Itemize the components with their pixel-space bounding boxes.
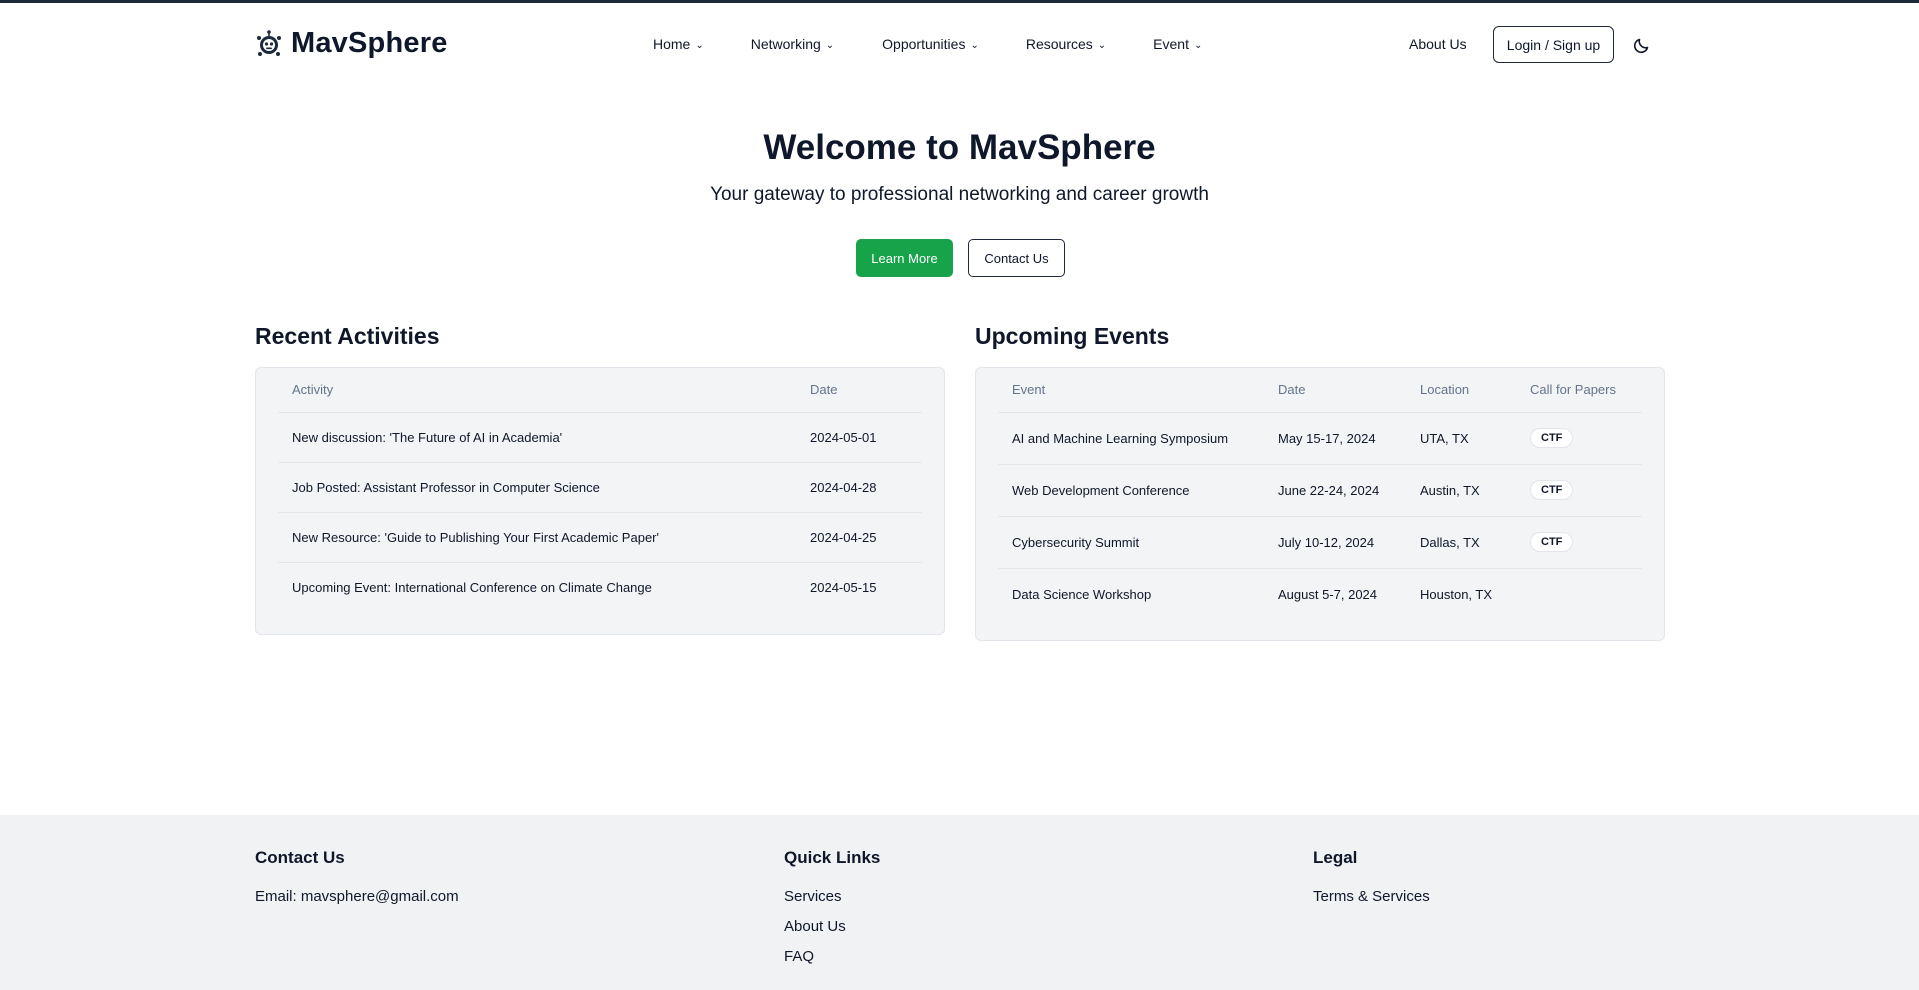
table-row[interactable]: Web Development Conference June 22-24, 2… — [998, 464, 1642, 517]
nav-item-networking[interactable]: Networking ⌄ — [751, 36, 834, 52]
chevron-down-icon: ⌄ — [1097, 39, 1107, 51]
nav-item-label: Opportunities — [882, 36, 966, 52]
footer-quick-links-title: Quick Links — [784, 848, 881, 867]
chevron-down-icon: ⌄ — [1193, 39, 1203, 51]
date-cell: 2024-05-01 — [796, 412, 922, 463]
upcoming-events-title: Upcoming Events — [975, 323, 1170, 349]
activity-cell: New discussion: 'The Future of AI in Aca… — [278, 412, 796, 463]
date-cell: 2024-05-15 — [810, 579, 877, 595]
footer-legal-title: Legal — [1313, 848, 1358, 867]
footer-link-faq[interactable]: FAQ — [784, 942, 880, 972]
event-cell: Data Science Workshop — [1012, 586, 1152, 602]
footer-link-services[interactable]: Services — [784, 882, 880, 912]
column-header-event: Event — [998, 368, 1264, 413]
date-cell: June 22-24, 2024 — [1264, 464, 1406, 517]
hero-actions: Learn More Contact Us — [856, 239, 1065, 277]
nav-item-label: Home — [653, 36, 691, 52]
chevron-down-icon: ⌄ — [970, 39, 979, 51]
ctf-badge[interactable]: CTF — [1530, 428, 1574, 448]
nav-item-resources[interactable]: Resources ⌄ — [1026, 36, 1106, 52]
login-signup-button[interactable]: Login / Sign up — [1493, 26, 1614, 63]
footer-email[interactable]: Email: mavsphere@gmail.com — [255, 882, 459, 912]
footer-link-about-us[interactable]: About Us — [784, 912, 880, 942]
nav-item-label: Event — [1153, 36, 1189, 52]
table-row[interactable]: AI and Machine Learning Symposium May 15… — [998, 412, 1642, 465]
table-row[interactable]: Job Posted: Assistant Professor in Compu… — [278, 462, 922, 513]
nav-item-opportunities[interactable]: Opportunities ⌄ — [882, 36, 979, 52]
column-header-date: Date — [1264, 368, 1406, 413]
date-cell: May 15-17, 2024 — [1264, 412, 1406, 465]
event-cell: Cybersecurity Summit — [998, 516, 1264, 569]
activity-cell: Upcoming Event: International Conference… — [292, 579, 652, 595]
upcoming-events-table: Event Date Location Call for Papers AI a… — [998, 368, 1642, 620]
column-header-call-for-papers: Call for Papers — [1516, 368, 1642, 413]
table-row[interactable]: Data Science Workshop August 5-7, 2024 H… — [998, 568, 1642, 620]
moon-icon — [1633, 38, 1649, 54]
location-cell: Dallas, TX — [1406, 516, 1516, 569]
recent-activities-table: Activity Date New discussion: 'The Futur… — [278, 368, 922, 612]
site-header: MavSphere Home ⌄ Networking ⌄ Opportunit… — [255, 3, 1665, 83]
table-row[interactable]: Cybersecurity Summit July 10-12, 2024 Da… — [998, 516, 1642, 569]
nav-item-event[interactable]: Event ⌄ — [1153, 36, 1202, 52]
chevron-down-icon: ⌄ — [695, 39, 704, 51]
table-row[interactable]: Upcoming Event: International Conference… — [278, 562, 922, 612]
footer-contact-title: Contact Us — [255, 848, 345, 867]
about-us-link[interactable]: About Us — [1409, 36, 1467, 52]
footer-quick-links-column: Quick Links Services About Us FAQ — [784, 848, 880, 972]
activity-cell: New Resource: 'Guide to Publishing Your … — [278, 512, 796, 563]
nav-item-home[interactable]: Home ⌄ — [653, 36, 704, 52]
column-header-activity: Activity — [278, 368, 796, 413]
event-cell: Web Development Conference — [998, 464, 1264, 517]
footer-link-terms[interactable]: Terms & Services — [1313, 882, 1430, 912]
call-for-papers-cell: CTF — [1516, 464, 1642, 517]
column-header-location: Location — [1406, 368, 1516, 413]
table-header-row: Event Date Location Call for Papers — [998, 368, 1642, 413]
robot-logo-icon — [257, 29, 281, 56]
site-footer: Contact Us Email: mavsphere@gmail.com Qu… — [0, 815, 1919, 990]
table-row[interactable]: New Resource: 'Guide to Publishing Your … — [278, 512, 922, 563]
location-cell: Houston, TX — [1420, 586, 1493, 602]
contact-us-button[interactable]: Contact Us — [968, 239, 1065, 277]
recent-activities-card: Activity Date New discussion: 'The Futur… — [255, 367, 945, 635]
table-row[interactable]: New discussion: 'The Future of AI in Aca… — [278, 412, 922, 463]
nav-item-label: Networking — [750, 36, 821, 52]
nav-item-label: Resources — [1025, 36, 1093, 52]
date-cell: August 5-7, 2024 — [1278, 586, 1378, 602]
date-cell: 2024-04-25 — [796, 512, 922, 563]
hero-title: Welcome to MavSphere — [763, 128, 1156, 167]
footer-legal-column: Legal Terms & Services — [1313, 848, 1430, 912]
brand-logo[interactable]: MavSphere — [255, 27, 448, 60]
ctf-badge[interactable]: CTF — [1530, 532, 1574, 552]
table-header-row: Activity Date — [278, 368, 922, 413]
hero-subtitle: Your gateway to professional networking … — [710, 184, 1209, 205]
upcoming-events-card: Event Date Location Call for Papers AI a… — [975, 367, 1665, 641]
date-cell: July 10-12, 2024 — [1264, 516, 1406, 569]
call-for-papers-cell: CTF — [1516, 516, 1642, 569]
footer-contact-column: Contact Us Email: mavsphere@gmail.com — [255, 848, 459, 912]
learn-more-button[interactable]: Learn More — [856, 239, 953, 277]
date-cell: 2024-04-28 — [796, 462, 922, 513]
ctf-badge[interactable]: CTF — [1530, 480, 1574, 500]
chevron-down-icon: ⌄ — [825, 39, 835, 51]
call-for-papers-cell: CTF — [1516, 412, 1642, 465]
column-header-date: Date — [796, 368, 922, 413]
location-cell: Austin, TX — [1406, 464, 1516, 517]
call-for-papers-cell — [1516, 568, 1642, 620]
activity-cell: Job Posted: Assistant Professor in Compu… — [278, 462, 796, 513]
theme-toggle[interactable] — [1632, 35, 1652, 55]
event-cell: AI and Machine Learning Symposium — [998, 412, 1264, 465]
location-cell: UTA, TX — [1406, 412, 1516, 465]
recent-activities-title: Recent Activities — [255, 323, 440, 349]
brand-name: MavSphere — [291, 27, 448, 59]
main-nav: Home ⌄ Networking ⌄ Opportunities ⌄ Reso… — [653, 36, 1202, 52]
